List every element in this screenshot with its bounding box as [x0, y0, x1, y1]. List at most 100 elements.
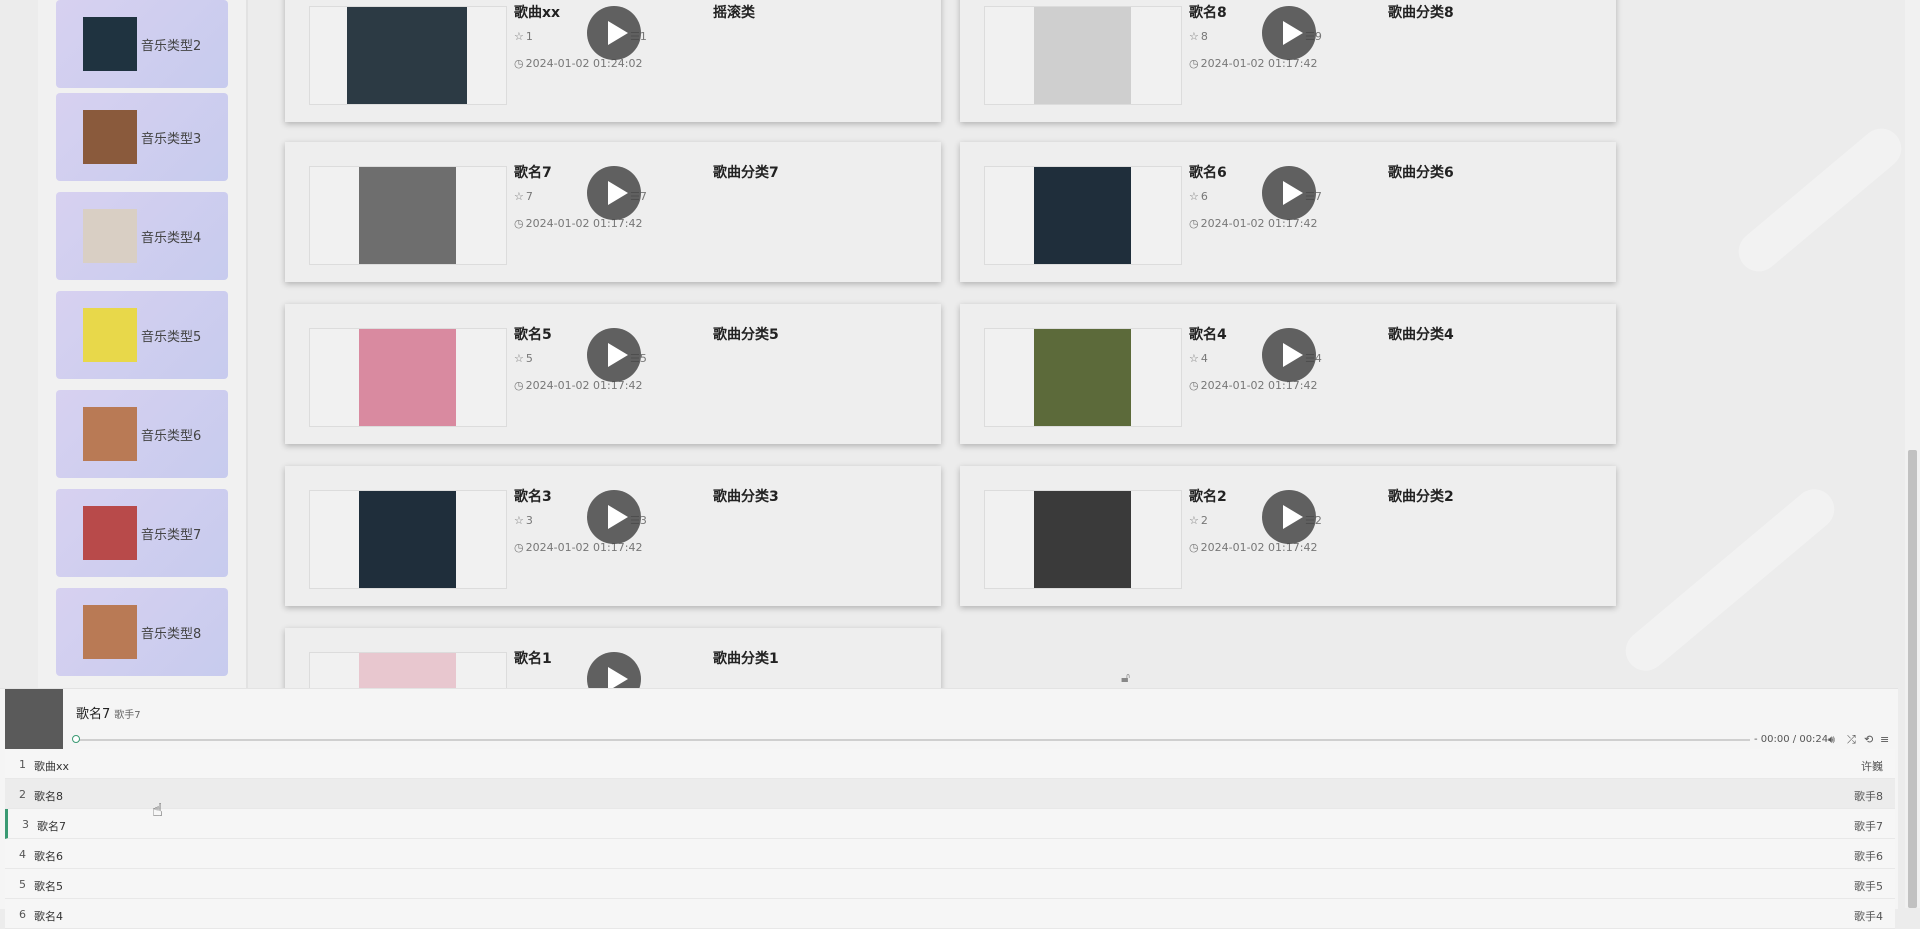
playlist-index: 5 [19, 878, 26, 891]
song-name: 歌名6 [1189, 165, 1227, 181]
clock-icon: ◷ [514, 541, 524, 554]
category-thumbnail [83, 605, 137, 659]
category-label: 音乐类型3 [141, 131, 202, 147]
play-icon[interactable] [1262, 490, 1316, 544]
playlist-artist: 歌手6 [1854, 850, 1883, 863]
song-card[interactable]: 歌名8 歌曲分类8 ☆8 ☰9 ◷2024-01-02 01:17:42 [960, 0, 1616, 122]
playlist-index: 4 [19, 848, 26, 861]
play-icon[interactable] [1262, 6, 1316, 60]
play-icon[interactable] [587, 490, 641, 544]
category-label: 音乐类型5 [141, 329, 202, 345]
song-card[interactable]: 歌名3 歌曲分类3 ☆3 ☰3 ◷2024-01-02 01:17:42 [285, 466, 941, 606]
song-card[interactable]: 歌名5 歌曲分类5 ☆5 ☰5 ◷2024-01-02 01:17:42 [285, 304, 941, 444]
playlist-row-active[interactable]: 3 歌名7 歌手7 [5, 809, 1895, 839]
star-icon: ☆ [1189, 190, 1199, 203]
playlist: 1 歌曲xx 许巍 2 歌名8 歌手8 3 歌名7 歌手7 4 歌名6 歌手6 … [5, 749, 1895, 929]
song-category: 歌曲分类1 [713, 651, 779, 667]
shuffle-icon[interactable]: ⤮ [1847, 733, 1856, 747]
category-thumbnail [83, 506, 137, 560]
volume-icon[interactable]: 🔊︎ [1828, 733, 1835, 747]
cover-frame [309, 6, 507, 105]
song-card[interactable]: 歌名2 歌曲分类2 ☆2 ☰2 ◷2024-01-02 01:17:42 [960, 466, 1616, 606]
favorites-count: ☆ 4 [1189, 352, 1208, 365]
menu-icon[interactable]: ≡ [1880, 733, 1889, 746]
play-icon[interactable] [587, 328, 641, 382]
clock-icon: ◷ [1189, 217, 1199, 230]
playlist-song: 歌名8 [34, 790, 63, 803]
star-icon: ☆ [1189, 352, 1199, 365]
clock-icon: ◷ [1189, 57, 1199, 70]
playlist-row[interactable]: 4 歌名6 歌手6 [5, 839, 1895, 869]
playlist-artist: 歌手4 [1854, 910, 1883, 923]
category-item[interactable]: 音乐类型5 [56, 291, 228, 379]
star-icon: ☆ [514, 30, 524, 43]
favorites-count: ☆ 2 [1189, 514, 1208, 527]
song-category: 歌曲分类6 [1388, 165, 1454, 181]
category-item[interactable]: 音乐类型2 [56, 0, 228, 88]
star-icon: ☆ [514, 514, 524, 527]
playlist-song: 歌名4 [34, 910, 63, 923]
cover-frame [984, 328, 1182, 427]
category-item[interactable]: 音乐类型4 [56, 192, 228, 280]
play-icon[interactable] [587, 166, 641, 220]
song-category: 摇滚类 [713, 5, 755, 21]
playlist-row[interactable]: 5 歌名5 歌手5 [5, 869, 1895, 899]
category-sidebar: 音乐类型2 音乐类型3 音乐类型4 音乐类型5 音乐类型6 音乐类型7 音乐类型… [38, 0, 248, 690]
playlist-song: 歌曲xx [34, 760, 70, 773]
music-player: 歌名7 歌手7 - 00:00 / 00:24 🔊︎ ⤮ ⟲ ≡ 1 歌曲xx 许… [0, 688, 1898, 929]
playlist-index: 3 [22, 818, 29, 831]
playlist-row[interactable]: 2 歌名8 歌手8 [5, 779, 1895, 809]
page-scrollbar[interactable] [1905, 0, 1920, 908]
category-item[interactable]: 音乐类型7 [56, 489, 228, 577]
player-artist: 歌手7 [114, 710, 141, 721]
category-thumbnail [83, 209, 137, 263]
publish-time: ◷ 2024-01-02 01:17:42 [514, 541, 643, 554]
category-thumbnail [83, 17, 137, 71]
scrollbar-thumb[interactable] [1908, 450, 1917, 908]
song-name: 歌名2 [1189, 489, 1227, 505]
progress-bar[interactable] [72, 735, 1750, 743]
background-stripe [1730, 120, 1910, 280]
playlist-artist: 歌手8 [1854, 790, 1883, 803]
category-item[interactable]: 音乐类型8 [56, 588, 228, 676]
playlist-index: 6 [19, 908, 26, 921]
song-category: 歌曲分类3 [713, 489, 779, 505]
playlist-row[interactable]: 1 歌曲xx 许巍 [5, 749, 1895, 779]
publish-time: ◷ 2024-01-02 01:17:42 [1189, 217, 1318, 230]
song-category: 歌曲分类7 [713, 165, 779, 181]
song-cover [359, 491, 456, 588]
song-card[interactable]: 歌名4 歌曲分类4 ☆4 ☰4 ◷2024-01-02 01:17:42 [960, 304, 1616, 444]
player-time: - 00:00 / 00:24 [1754, 734, 1829, 745]
cover-frame [984, 490, 1182, 589]
category-item[interactable]: 音乐类型6 [56, 390, 228, 478]
publish-time: ◷ 2024-01-02 01:17:42 [1189, 57, 1318, 70]
player-song-info: 歌名7 歌手7 [76, 703, 141, 722]
play-icon[interactable] [1262, 166, 1316, 220]
category-item[interactable]: 音乐类型3 [56, 93, 228, 181]
favorites-count: ☆ 1 [514, 30, 533, 43]
song-category: 歌曲分类2 [1388, 489, 1454, 505]
playlist-artist: 许巍 [1861, 760, 1883, 773]
play-icon[interactable] [587, 6, 641, 60]
star-icon: ☆ [514, 352, 524, 365]
clock-icon: ◷ [514, 57, 524, 70]
playlist-artist: 歌手7 [1854, 820, 1883, 833]
song-name: 歌名3 [514, 489, 552, 505]
progress-handle[interactable] [72, 735, 80, 743]
favorites-count: ☆ 6 [1189, 190, 1208, 203]
play-icon[interactable] [1262, 328, 1316, 382]
lock-icon[interactable]: 🔓︎ [1121, 670, 1130, 686]
song-card[interactable]: 歌曲xx 摇滚类 ☆1 ☰1 ◷2024-01-02 01:24:02 [285, 0, 941, 122]
playlist-row[interactable]: 6 歌名4 歌手4 [5, 899, 1895, 929]
favorites-count: ☆ 7 [514, 190, 533, 203]
publish-time: ◷ 2024-01-02 01:17:42 [514, 217, 643, 230]
song-category: 歌曲分类5 [713, 327, 779, 343]
song-card[interactable]: 歌名6 歌曲分类6 ☆6 ☰7 ◷2024-01-02 01:17:42 [960, 142, 1616, 282]
song-name: 歌名1 [514, 651, 552, 667]
loop-icon[interactable]: ⟲ [1864, 733, 1873, 746]
song-card[interactable]: 歌名7 歌曲分类7 ☆7 ☰7 ◷2024-01-02 01:17:42 [285, 142, 941, 282]
song-category: 歌曲分类8 [1388, 5, 1454, 21]
star-icon: ☆ [1189, 30, 1199, 43]
song-cover [1034, 167, 1131, 264]
publish-time: ◷ 2024-01-02 01:17:42 [1189, 379, 1318, 392]
